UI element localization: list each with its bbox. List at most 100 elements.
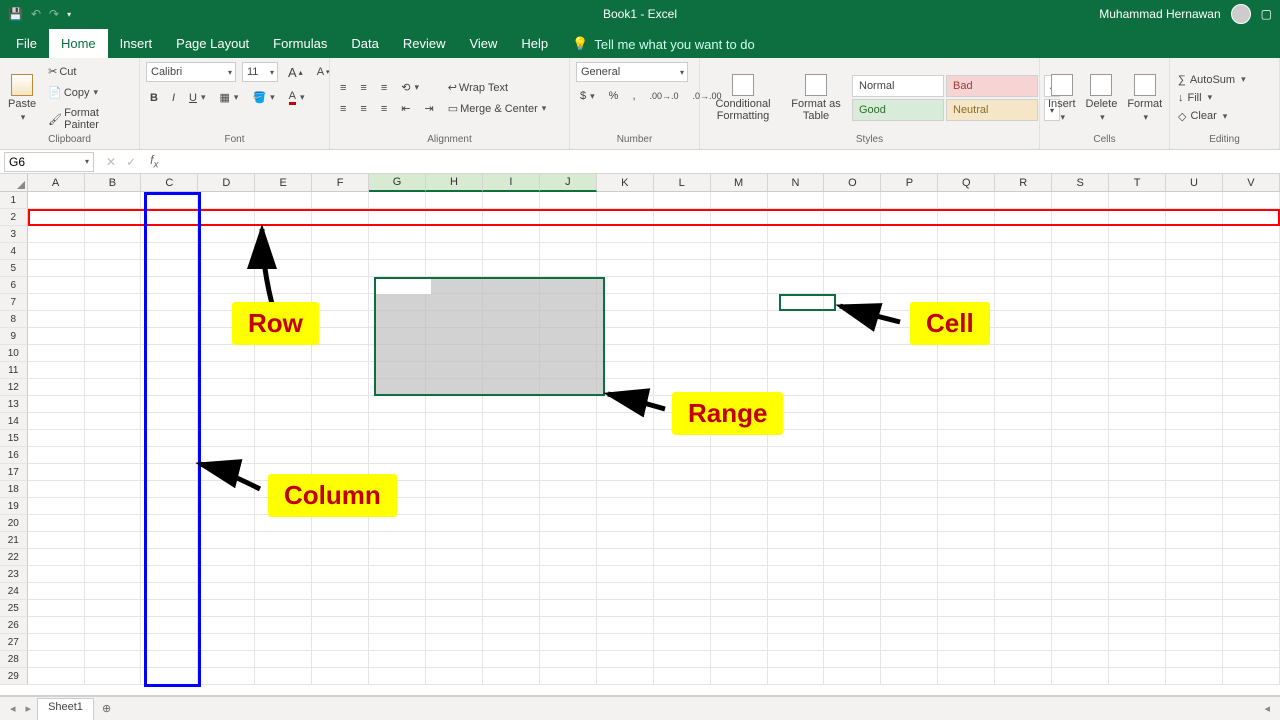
- cell[interactable]: [1109, 209, 1166, 226]
- cell[interactable]: [711, 634, 768, 651]
- row-header-27[interactable]: 27: [0, 634, 28, 651]
- cell[interactable]: [1223, 515, 1280, 532]
- cell[interactable]: [711, 413, 768, 430]
- percent-button[interactable]: %: [605, 88, 623, 104]
- cell[interactable]: [1109, 277, 1166, 294]
- fx-icon[interactable]: fx: [144, 153, 164, 170]
- cell[interactable]: [141, 277, 198, 294]
- cell[interactable]: [369, 226, 426, 243]
- row-header-15[interactable]: 15: [0, 430, 28, 447]
- cell[interactable]: [768, 192, 825, 209]
- cell[interactable]: [141, 447, 198, 464]
- cell[interactable]: [28, 192, 85, 209]
- cell[interactable]: [426, 515, 483, 532]
- cell[interactable]: [1166, 566, 1223, 583]
- tell-me[interactable]: 💡 Tell me what you want to do: [560, 30, 767, 58]
- cell[interactable]: [198, 447, 255, 464]
- cell[interactable]: [540, 277, 597, 294]
- cell[interactable]: [198, 600, 255, 617]
- cell[interactable]: [198, 634, 255, 651]
- row-header-16[interactable]: 16: [0, 447, 28, 464]
- cell[interactable]: [426, 532, 483, 549]
- cell[interactable]: [85, 430, 142, 447]
- cell[interactable]: [768, 226, 825, 243]
- cell[interactable]: [255, 379, 312, 396]
- cell[interactable]: [881, 668, 938, 685]
- cell[interactable]: [1223, 345, 1280, 362]
- cell[interactable]: [28, 311, 85, 328]
- tab-page-layout[interactable]: Page Layout: [164, 29, 261, 58]
- cell[interactable]: [28, 498, 85, 515]
- cell[interactable]: [711, 464, 768, 481]
- tab-help[interactable]: Help: [509, 29, 560, 58]
- cell[interactable]: [938, 447, 995, 464]
- cell[interactable]: [369, 192, 426, 209]
- cell[interactable]: [597, 447, 654, 464]
- cell[interactable]: [654, 447, 711, 464]
- italic-button[interactable]: I: [168, 90, 179, 106]
- cell[interactable]: [881, 328, 938, 345]
- cell[interactable]: [255, 413, 312, 430]
- cell[interactable]: [597, 277, 654, 294]
- cell[interactable]: [198, 430, 255, 447]
- cell[interactable]: [1166, 634, 1223, 651]
- cell[interactable]: [28, 651, 85, 668]
- cell[interactable]: [711, 396, 768, 413]
- cell[interactable]: [141, 209, 198, 226]
- cell[interactable]: [768, 668, 825, 685]
- cell[interactable]: [881, 226, 938, 243]
- cell[interactable]: [1166, 396, 1223, 413]
- cell[interactable]: [881, 430, 938, 447]
- cell[interactable]: [255, 209, 312, 226]
- cell[interactable]: [711, 651, 768, 668]
- tab-data[interactable]: Data: [339, 29, 390, 58]
- cell[interactable]: [995, 362, 1052, 379]
- cell[interactable]: [995, 651, 1052, 668]
- cell[interactable]: [141, 634, 198, 651]
- cell[interactable]: [938, 192, 995, 209]
- cell[interactable]: [881, 464, 938, 481]
- tab-home[interactable]: Home: [49, 29, 108, 58]
- cell[interactable]: [768, 277, 825, 294]
- cell[interactable]: [1109, 243, 1166, 260]
- column-header-G[interactable]: G: [369, 174, 426, 192]
- column-header-H[interactable]: H: [426, 174, 483, 192]
- cell[interactable]: [654, 413, 711, 430]
- cell[interactable]: [28, 362, 85, 379]
- cell[interactable]: [426, 464, 483, 481]
- cell[interactable]: [768, 447, 825, 464]
- cell[interactable]: [711, 532, 768, 549]
- bold-button[interactable]: B: [146, 90, 162, 106]
- cell[interactable]: [85, 566, 142, 583]
- cell[interactable]: [654, 362, 711, 379]
- cell[interactable]: [28, 566, 85, 583]
- cell[interactable]: [28, 396, 85, 413]
- cell[interactable]: [85, 294, 142, 311]
- cell[interactable]: [597, 413, 654, 430]
- cell[interactable]: [141, 464, 198, 481]
- cell[interactable]: [881, 260, 938, 277]
- cell[interactable]: [995, 464, 1052, 481]
- cell[interactable]: [141, 498, 198, 515]
- orientation-button[interactable]: ⟲▾: [397, 79, 423, 96]
- insert-cells-button[interactable]: Insert▾: [1046, 72, 1078, 125]
- cell[interactable]: [540, 549, 597, 566]
- cell[interactable]: [881, 209, 938, 226]
- cell[interactable]: [198, 532, 255, 549]
- cell[interactable]: [198, 209, 255, 226]
- row-header-9[interactable]: 9: [0, 328, 28, 345]
- autosum-button[interactable]: ∑AutoSum▾: [1176, 73, 1248, 87]
- cell[interactable]: [540, 600, 597, 617]
- cell[interactable]: [768, 396, 825, 413]
- cell[interactable]: [1223, 413, 1280, 430]
- cell[interactable]: [483, 413, 540, 430]
- cell[interactable]: [1223, 379, 1280, 396]
- undo-icon[interactable]: ↶: [31, 7, 41, 21]
- cell[interactable]: [1109, 515, 1166, 532]
- cell[interactable]: [1166, 362, 1223, 379]
- cell[interactable]: [597, 668, 654, 685]
- cell[interactable]: [198, 311, 255, 328]
- cell[interactable]: [426, 634, 483, 651]
- cell[interactable]: [768, 209, 825, 226]
- cell[interactable]: [711, 515, 768, 532]
